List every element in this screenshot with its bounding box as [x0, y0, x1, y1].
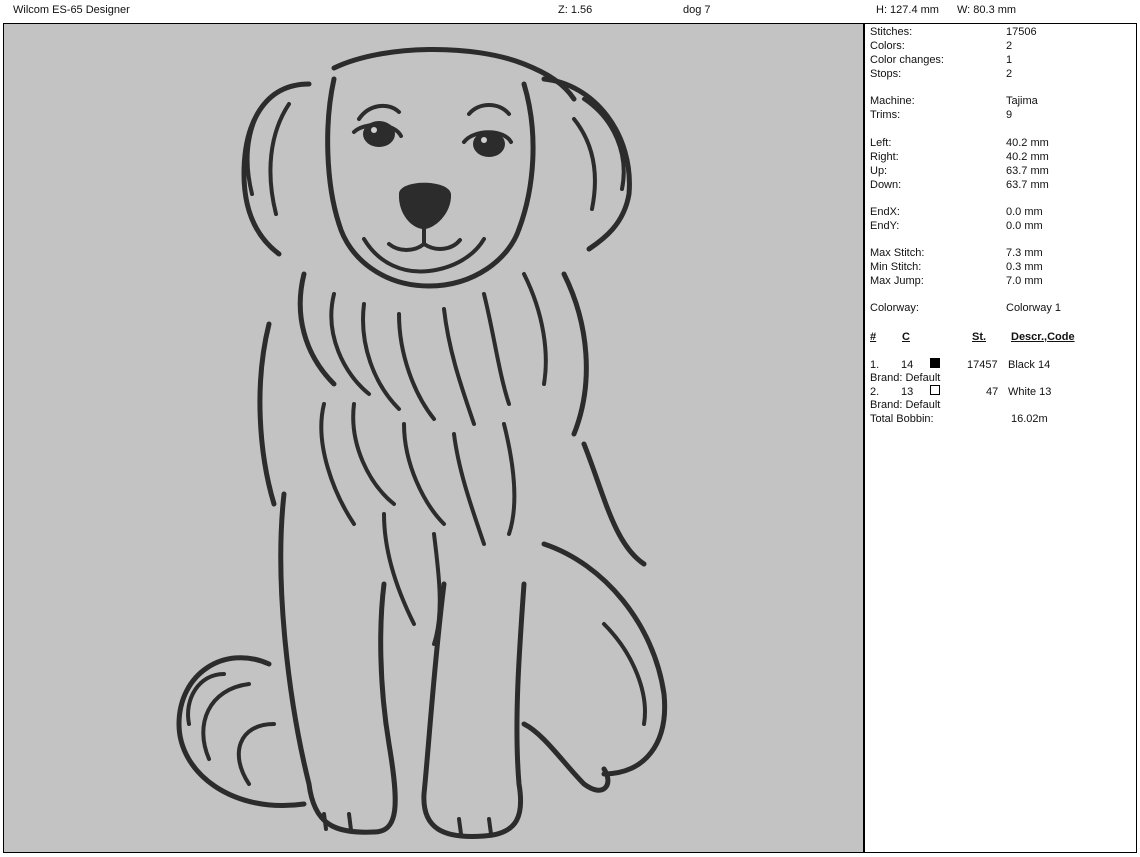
color-changes-value: 1 [1006, 54, 1013, 66]
max-jump-value: 7.0 mm [1006, 275, 1043, 287]
row1-color-swatch [930, 358, 940, 368]
design-canvas[interactable] [4, 24, 863, 852]
stats-panel: Stitches: 17506 Colors: 2 Color changes: 1 … [866, 24, 1136, 852]
colors-label: Colors: [870, 40, 905, 52]
endx-label: EndX: [870, 206, 900, 218]
trims-value: 9 [1006, 109, 1013, 121]
left-value: 40.2 mm [1006, 137, 1049, 149]
right-label: Right: [870, 151, 899, 163]
trims-label: Trims: [870, 109, 901, 121]
left-label: Left: [870, 137, 892, 149]
machine-label: Machine: [870, 95, 915, 107]
dog-embroidery-image [176, 46, 668, 839]
colorway-label: Colorway: [870, 302, 919, 314]
row1-c: 14 [901, 359, 914, 371]
row2-num: 2. [870, 386, 880, 398]
max-stitch-label: Max Stitch: [870, 247, 925, 259]
row2-brand: Brand: Default [870, 399, 941, 411]
app-title: Wilcom ES-65 Designer [13, 4, 130, 16]
col-header-c: C [902, 331, 910, 343]
col-header-num: # [870, 331, 877, 343]
stops-value: 2 [1006, 68, 1013, 80]
endx-value: 0.0 mm [1006, 206, 1043, 218]
total-bobbin-label: Total Bobbin: [870, 413, 934, 425]
machine-value: Tajima [1006, 95, 1038, 107]
stitches-label: Stitches: [870, 26, 913, 38]
down-value: 63.7 mm [1006, 179, 1049, 191]
max-stitch-value: 7.3 mm [1006, 247, 1043, 259]
total-bobbin-value: 16.02m [1011, 413, 1048, 425]
endy-label: EndY: [870, 220, 900, 232]
zoom-level: Z: 1.56 [558, 4, 593, 16]
design-height: H: 127.4 mm [876, 4, 939, 16]
panel-divider [863, 23, 865, 853]
min-stitch-label: Min Stitch: [870, 261, 922, 273]
design-name: dog 7 [683, 4, 711, 16]
right-value: 40.2 mm [1006, 151, 1049, 163]
max-jump-label: Max Jump: [870, 275, 924, 287]
stops-label: Stops: [870, 68, 902, 80]
up-label: Up: [870, 165, 888, 177]
colorway-value: Colorway 1 [1006, 302, 1062, 314]
design-width: W: 80.3 mm [957, 4, 1017, 16]
endy-value: 0.0 mm [1006, 220, 1043, 232]
row2-st: 47 [986, 386, 999, 398]
row1-num: 1. [870, 359, 880, 371]
footer-strip [0, 853, 1140, 857]
down-label: Down: [870, 179, 902, 191]
row1-descr: Black 14 [1008, 359, 1051, 371]
row2-color-swatch [930, 385, 940, 395]
row2-descr: White 13 [1008, 386, 1052, 398]
header-bar: Wilcom ES-65 Designer Z: 1.56 dog 7 H: 1… [0, 0, 1140, 22]
stitches-value: 17506 [1006, 26, 1037, 38]
row1-brand: Brand: Default [870, 372, 941, 384]
col-header-descr: Descr.,Code [1011, 331, 1075, 343]
up-value: 63.7 mm [1006, 165, 1049, 177]
col-header-st: St. [972, 331, 987, 343]
row1-st: 17457 [967, 359, 998, 371]
min-stitch-value: 0.3 mm [1006, 261, 1043, 273]
colors-value: 2 [1006, 40, 1013, 52]
color-changes-label: Color changes: [870, 54, 944, 66]
report-page: Wilcom ES-65 Designer Z: 1.56 dog 7 H: 1… [0, 0, 1140, 857]
row2-c: 13 [901, 386, 914, 398]
